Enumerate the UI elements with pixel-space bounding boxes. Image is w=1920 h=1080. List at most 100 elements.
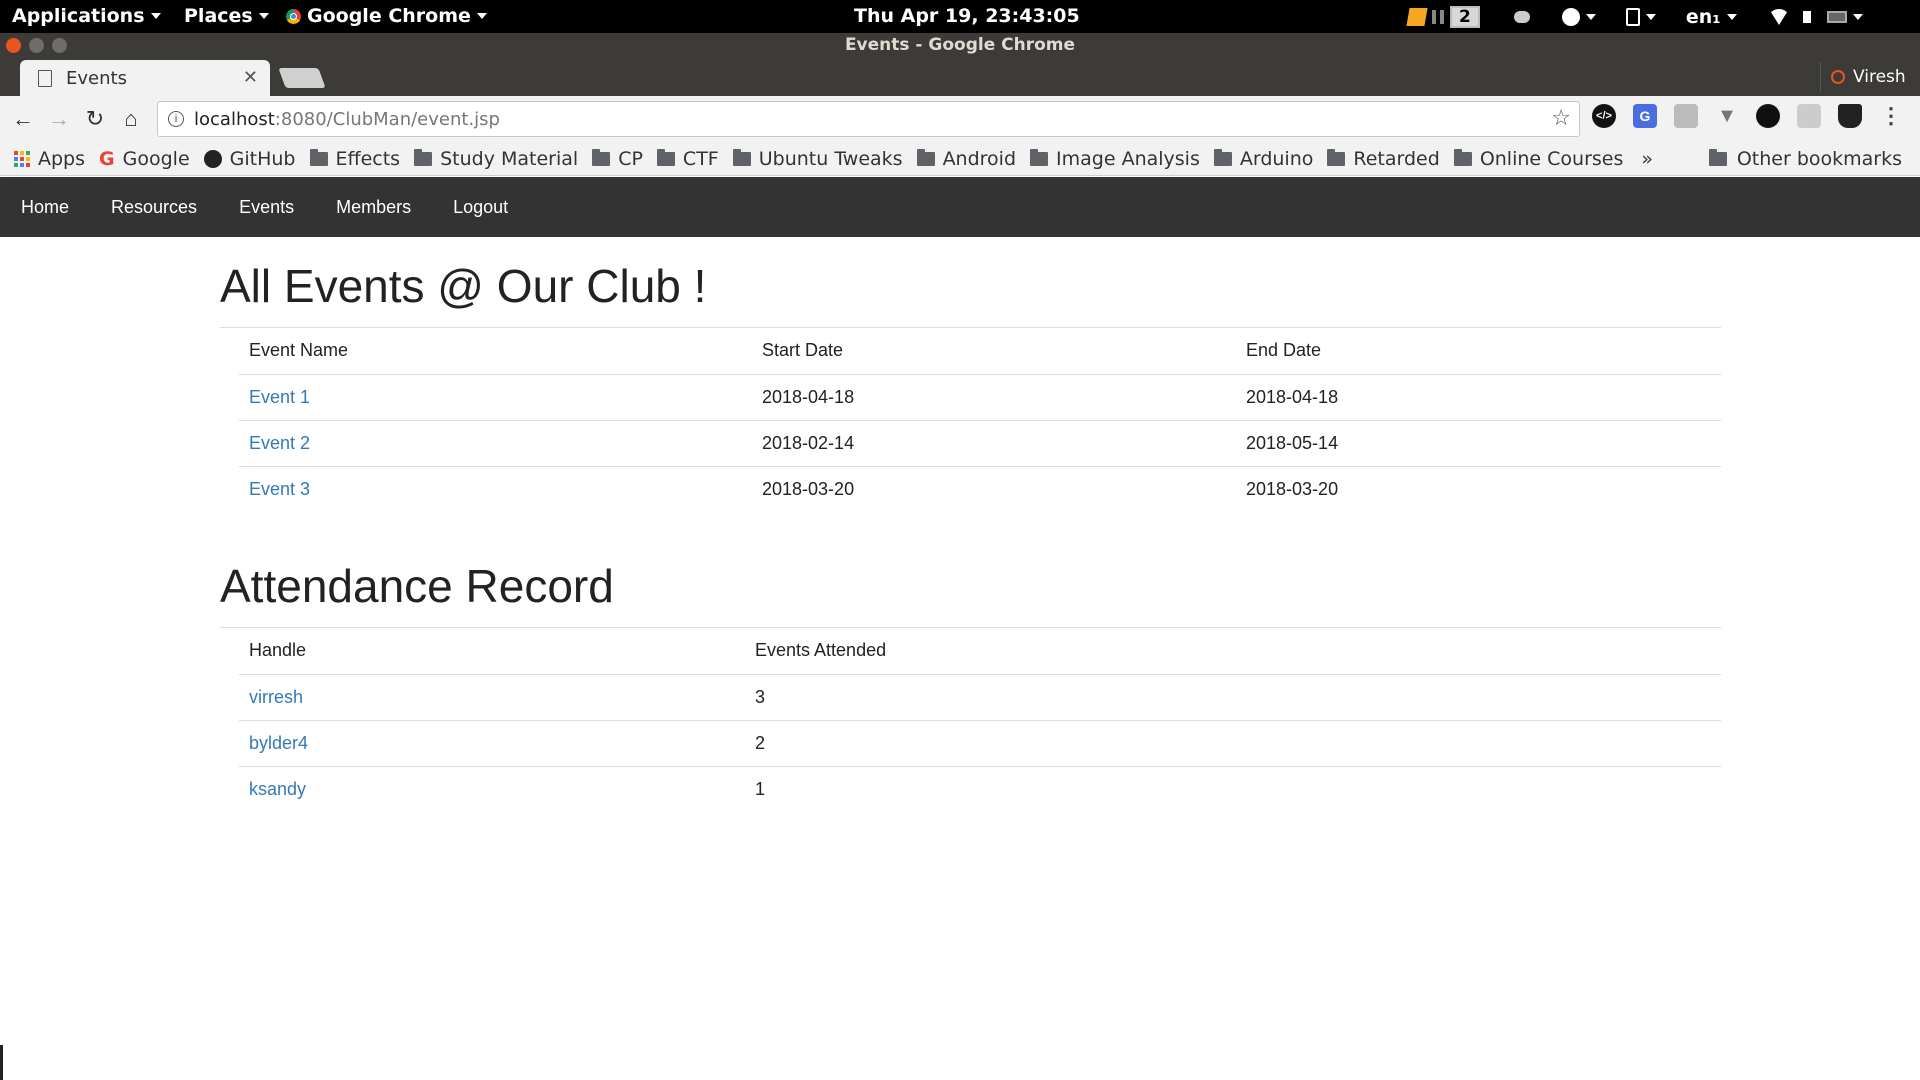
bookmark-label: CP xyxy=(618,147,643,170)
close-window-button[interactable] xyxy=(6,38,21,53)
event-link[interactable]: Event 3 xyxy=(249,479,310,499)
screen-edge-marker xyxy=(0,1045,3,1080)
profile-button[interactable]: Viresh xyxy=(1820,62,1920,92)
extensions-area: </> G ▼ ⋮ xyxy=(1592,103,1903,128)
chevron-down-icon xyxy=(1852,14,1863,20)
address-bar[interactable]: i localhost:8080/ClubMan/event.jsp ☆ xyxy=(157,101,1580,137)
events-attended-cell: 3 xyxy=(745,674,1721,721)
folder-icon xyxy=(309,148,328,166)
event-link[interactable]: Event 1 xyxy=(249,387,310,407)
keyboard-layout-indicator[interactable]: en₁ xyxy=(1686,6,1721,28)
nav-logout-link[interactable]: Logout xyxy=(432,177,529,237)
inbox-extension-icon[interactable] xyxy=(1797,104,1821,128)
info-icon[interactable]: i xyxy=(168,111,184,127)
event-link[interactable]: Event 2 xyxy=(249,433,310,453)
window-controls xyxy=(6,38,67,53)
volume-muted-icon[interactable] xyxy=(1802,11,1811,23)
new-tab-button[interactable] xyxy=(278,68,326,88)
folder-icon xyxy=(1453,148,1472,166)
maximize-window-button[interactable] xyxy=(52,38,67,53)
bookmark-folder-ctf[interactable]: CTF xyxy=(656,147,719,170)
events-table: Event Name Start Date End Date Event 1 2… xyxy=(239,328,1721,512)
workspace-indicator[interactable]: 2 xyxy=(1450,6,1480,28)
home-button[interactable]: ⌂ xyxy=(113,101,149,137)
start-date-cell: 2018-04-18 xyxy=(752,374,1236,421)
bookmark-star-icon[interactable]: ☆ xyxy=(1551,106,1571,131)
attendance-heading: Attendance Record xyxy=(220,560,614,612)
bookmark-folder-image-analysis[interactable]: Image Analysis xyxy=(1030,148,1200,170)
applications-menu[interactable]: Applications xyxy=(12,5,161,27)
close-tab-icon[interactable]: ✕ xyxy=(243,67,258,88)
events-section: All Events @ Our Club ! Event Name Start… xyxy=(220,259,1721,512)
translate-extension-icon[interactable]: G xyxy=(1633,104,1657,128)
folder-icon xyxy=(1030,148,1049,166)
tab-events[interactable]: Events ✕ xyxy=(20,60,270,96)
wifi-icon[interactable] xyxy=(1768,9,1789,25)
accessibility-icon[interactable] xyxy=(1561,8,1580,26)
events-attended-cell: 1 xyxy=(755,778,766,799)
google-icon: G xyxy=(99,147,115,170)
screen: Applications Places Google Chrome Thu Ap… xyxy=(0,0,1920,1080)
folder-icon xyxy=(1213,148,1232,166)
code-extension-icon[interactable]: </> xyxy=(1592,104,1616,128)
page-icon xyxy=(38,69,52,87)
applications-menu-label: Applications xyxy=(12,5,145,27)
github-icon xyxy=(203,149,222,168)
puzzle-extension-icon[interactable] xyxy=(1756,104,1780,128)
member-handle-link[interactable]: bylder4 xyxy=(249,733,308,753)
member-handle-link[interactable]: virresh xyxy=(249,687,303,707)
table-row: bylder4 2 xyxy=(239,720,1721,767)
battery-icon[interactable] xyxy=(1826,11,1847,23)
nav-members-link[interactable]: Members xyxy=(315,177,432,237)
bookmark-folder-android[interactable]: Android xyxy=(916,147,1017,170)
other-bookmarks[interactable]: Other bookmarks xyxy=(1708,147,1902,170)
bookmark-apps[interactable]: Apps xyxy=(14,148,85,170)
start-date-cell: 2018-02-14 xyxy=(752,420,1236,467)
bookmark-folder-online-courses[interactable]: Online Courses xyxy=(1453,148,1623,170)
clipboard-icon[interactable] xyxy=(1625,8,1640,26)
vimium-extension-icon[interactable]: ▼ xyxy=(1715,104,1739,128)
nav-events-link[interactable]: Events xyxy=(218,177,315,237)
places-menu[interactable]: Places xyxy=(184,5,269,27)
people-icon[interactable] xyxy=(1513,11,1530,23)
bookmark-folder-effects[interactable]: Effects xyxy=(309,147,401,170)
bookmark-google[interactable]: G Google xyxy=(99,148,190,170)
bookmarks-overflow-button[interactable]: » xyxy=(1641,148,1653,170)
forward-button[interactable]: → xyxy=(41,101,77,137)
indicator-icon[interactable] xyxy=(1432,10,1444,24)
bookmark-label: CTF xyxy=(682,147,719,170)
keyboard-extension-icon[interactable] xyxy=(1674,104,1698,128)
clock[interactable]: Thu Apr 19, 23:43:05 xyxy=(854,5,1080,27)
bookmark-folder-cp[interactable]: CP xyxy=(592,148,643,170)
bookmark-label: Effects xyxy=(335,147,401,170)
tab-title: Events xyxy=(66,67,127,89)
reload-button[interactable]: ↻ xyxy=(77,101,113,137)
attendance-table: Handle Events Attended virresh 3 bylder4… xyxy=(239,628,1721,812)
shield-extension-icon[interactable] xyxy=(1838,104,1862,128)
member-handle-link[interactable]: ksandy xyxy=(249,779,306,799)
bookmark-label: Image Analysis xyxy=(1056,147,1200,170)
folder-icon xyxy=(656,148,675,166)
nav-resources-link[interactable]: Resources xyxy=(90,177,218,237)
bookmark-folder-ubuntu-tweaks[interactable]: Ubuntu Tweaks xyxy=(732,148,903,170)
bookmark-folder-study-material[interactable]: Study Material xyxy=(414,148,578,170)
back-button[interactable]: ← xyxy=(5,101,41,137)
bookmark-github[interactable]: GitHub xyxy=(203,148,296,170)
other-bookmarks-label: Other bookmarks xyxy=(1736,147,1902,170)
bookmark-label: Retarded xyxy=(1353,147,1440,170)
active-app-menu[interactable]: Google Chrome xyxy=(286,5,487,27)
notes-icon[interactable] xyxy=(1406,8,1428,26)
bookmark-label: Study Material xyxy=(440,147,579,170)
page-viewport: Home Resources Events Members Logout All… xyxy=(0,177,1920,1080)
menu-dots-icon[interactable]: ⋮ xyxy=(1879,103,1903,128)
nav-home-link[interactable]: Home xyxy=(0,177,90,237)
minimize-window-button[interactable] xyxy=(29,38,44,53)
events-attended-cell: 2 xyxy=(745,720,1721,767)
bookmark-folder-arduino[interactable]: Arduino xyxy=(1213,148,1313,170)
table-row: Event 3 2018-03-20 2018-03-20 xyxy=(239,466,1721,512)
event-name-cell: Event 2 xyxy=(239,420,752,467)
profile-name: Viresh xyxy=(1853,67,1906,87)
home-icon: ⌂ xyxy=(124,106,138,131)
bookmark-folder-retarded[interactable]: Retarded xyxy=(1327,147,1440,170)
bookmark-label: Android xyxy=(942,147,1017,170)
